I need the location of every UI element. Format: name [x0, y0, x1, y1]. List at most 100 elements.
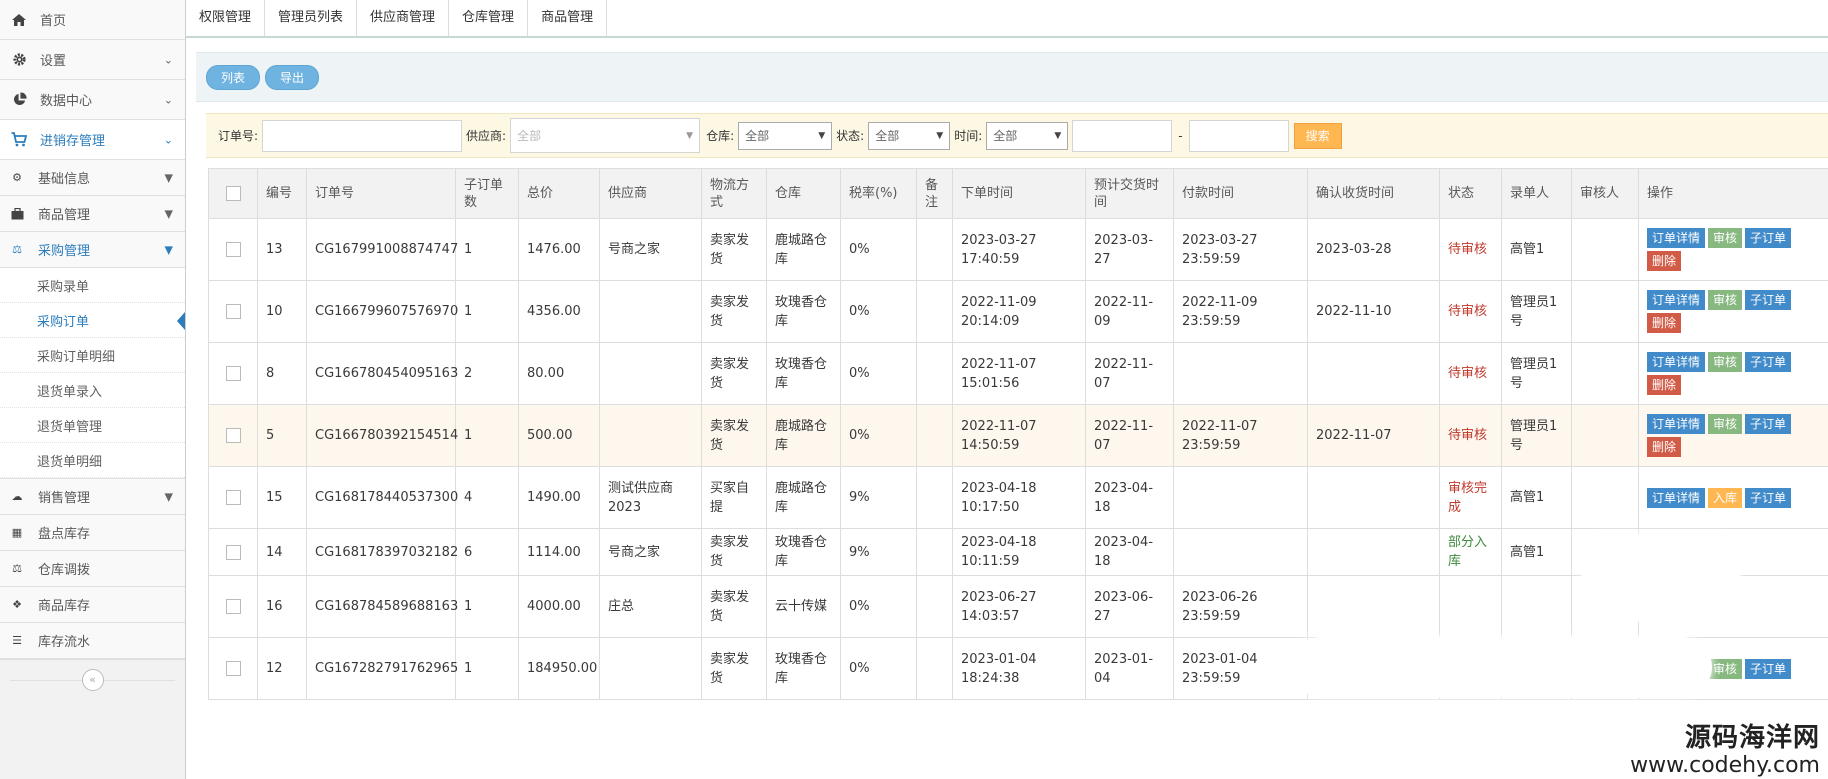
collapse-sidebar-button[interactable]: «: [81, 668, 104, 691]
row-checkbox[interactable]: [225, 544, 241, 560]
cell-status: 待审核: [1439, 280, 1502, 343]
audit-button[interactable]: 审核: [1708, 290, 1743, 310]
cell-subs: 1: [455, 218, 519, 281]
caret-down-icon: ▼: [164, 207, 173, 220]
cell-pay-time: [1173, 466, 1308, 529]
warehouse-select-value: 全部: [745, 129, 770, 143]
audit-button[interactable]: 审核: [1708, 228, 1743, 248]
cell-actions: 订单详情 审核 子订单删除: [1638, 280, 1828, 343]
submenu-item[interactable]: 采购订单明细: [0, 338, 185, 373]
cell-order: CG166780454095163: [306, 342, 458, 405]
caret-down-icon: ▼: [164, 171, 173, 184]
audit-button[interactable]: 审核: [1708, 414, 1743, 434]
status-select[interactable]: 全部 ▼: [868, 121, 951, 150]
cell-confirm-time: 2022-11-07: [1307, 404, 1440, 467]
supplier-select[interactable]: 全部 ▼: [510, 118, 701, 153]
row-checkbox[interactable]: [225, 428, 241, 443]
delete-button[interactable]: 删除: [1647, 437, 1682, 457]
cell-order-time: 2023-01-04 18:24:38: [952, 637, 1086, 700]
sidebar-collapse-bar: «: [0, 659, 185, 699]
nav-settings[interactable]: 设置 ⌄: [0, 40, 185, 80]
nav-home[interactable]: 首页: [0, 0, 185, 40]
order-detail-button[interactable]: 订单详情: [1647, 228, 1706, 248]
delete-button[interactable]: 删除: [1647, 251, 1682, 271]
submenu-item[interactable]: 采购录单: [0, 268, 185, 303]
sub-orders-button[interactable]: 子订单: [1745, 290, 1792, 310]
nav-data-center[interactable]: 数据中心 ⌄: [0, 80, 185, 120]
cell-actions: 订单详情 入库 子订单: [1638, 466, 1828, 529]
cell-creator: 高管1: [1501, 528, 1572, 576]
row-actions: 订单详情 入库 子订单: [1647, 487, 1820, 508]
order-detail-button[interactable]: 订单详情: [1647, 414, 1706, 434]
cell-total: 1490.00: [518, 466, 600, 529]
row-checkbox[interactable]: [225, 599, 241, 614]
order-no-input[interactable]: [262, 119, 463, 152]
submenu-item[interactable]: 退货单录入: [0, 373, 185, 408]
order-detail-button[interactable]: 订单详情: [1647, 352, 1706, 372]
cell-total: 4356.00: [518, 280, 600, 343]
row-checkbox[interactable]: [225, 490, 241, 505]
submenu-item[interactable]: 退货单管理: [0, 408, 185, 443]
row-checkbox[interactable]: [225, 304, 241, 319]
sub-orders-button[interactable]: 子订单: [1745, 487, 1792, 508]
header-select-all[interactable]: [208, 168, 258, 219]
cell-subs: 2: [455, 342, 519, 405]
cell-order: CG166799607576970: [306, 280, 458, 343]
export-button[interactable]: 导出: [265, 64, 320, 90]
nav-stocktake[interactable]: ▦ 盘点库存: [0, 515, 185, 551]
cell-supplier: 测试供应商2023: [599, 466, 702, 529]
cell-logistics: 卖家发货: [701, 637, 767, 700]
time-select[interactable]: 全部 ▼: [986, 121, 1069, 150]
tab-product[interactable]: 商品管理: [528, 0, 608, 36]
cell-warehouse: 鹿城路仓库: [766, 404, 841, 467]
list-button[interactable]: 列表: [206, 64, 261, 90]
cell-status: 待审核: [1439, 342, 1502, 405]
column-header: 订单号: [306, 168, 456, 219]
sub-orders-button[interactable]: 子订单: [1745, 658, 1792, 679]
select-all-checkbox[interactable]: [225, 186, 241, 201]
caret-down-icon: ▼: [686, 130, 694, 141]
nav-stock[interactable]: ❖ 商品库存: [0, 587, 185, 623]
cell-remark: [916, 528, 953, 576]
cell-tax: 0%: [840, 280, 917, 343]
sub-orders-button[interactable]: 子订单: [1745, 414, 1792, 434]
row-checkbox[interactable]: [225, 366, 241, 381]
submenu-item-active[interactable]: 采购订单: [0, 303, 185, 338]
delete-button[interactable]: 删除: [1647, 375, 1682, 395]
end-date-input[interactable]: [1188, 119, 1289, 152]
row-checkbox[interactable]: [225, 242, 241, 257]
warehouse-select[interactable]: 全部 ▼: [738, 121, 833, 150]
cell-order-time: 2023-03-27 17:40:59: [952, 218, 1086, 281]
start-date-input[interactable]: [1072, 119, 1173, 152]
column-header: 税率(%): [840, 168, 917, 219]
audit-button[interactable]: 审核: [1708, 352, 1743, 372]
nav-transfer[interactable]: ⚖ 仓库调拨: [0, 551, 185, 587]
cell-auditor: [1571, 466, 1639, 529]
tab-admin-list[interactable]: 管理员列表: [265, 0, 358, 36]
cell-total: 4000.00: [518, 575, 600, 638]
nav-basic-info[interactable]: ⚙ 基础信息 ▼: [0, 160, 185, 196]
nav-transfer-label: 仓库调拨: [38, 563, 91, 578]
order-detail-button[interactable]: 订单详情: [1647, 487, 1706, 508]
audit-button[interactable]: 审核: [1708, 658, 1743, 679]
nav-stock-flow[interactable]: ☰ 库存流水: [0, 623, 185, 659]
nav-purchase-mgmt[interactable]: ⚖ 采购管理 ▼: [0, 232, 185, 268]
order-detail-button[interactable]: 订单详情: [1647, 290, 1706, 310]
cell-id: 15: [257, 466, 307, 529]
nav-sales-mgmt[interactable]: ☁ 销售管理 ▼: [0, 479, 185, 515]
tab-warehouse[interactable]: 仓库管理: [449, 0, 529, 36]
watermark-title: 源码海洋网: [1684, 723, 1820, 753]
tab-supplier[interactable]: 供应商管理: [357, 0, 450, 36]
sub-orders-button[interactable]: 子订单: [1745, 352, 1792, 372]
cell-tax: 0%: [840, 637, 917, 700]
tab-permission[interactable]: 权限管理: [186, 0, 266, 36]
sub-orders-button[interactable]: 子订单: [1745, 228, 1792, 248]
nav-inventory[interactable]: 进销存管理 ⌄: [0, 120, 185, 160]
stock-in-button[interactable]: 入库: [1708, 487, 1743, 508]
cell-order: CG168178397032182: [306, 528, 458, 576]
nav-product-mgmt[interactable]: 商品管理 ▼: [0, 196, 185, 232]
delete-button[interactable]: 删除: [1647, 313, 1682, 333]
row-checkbox[interactable]: [225, 661, 241, 676]
submenu-item[interactable]: 退货单明细: [0, 443, 185, 478]
search-button[interactable]: 搜索: [1293, 122, 1342, 149]
